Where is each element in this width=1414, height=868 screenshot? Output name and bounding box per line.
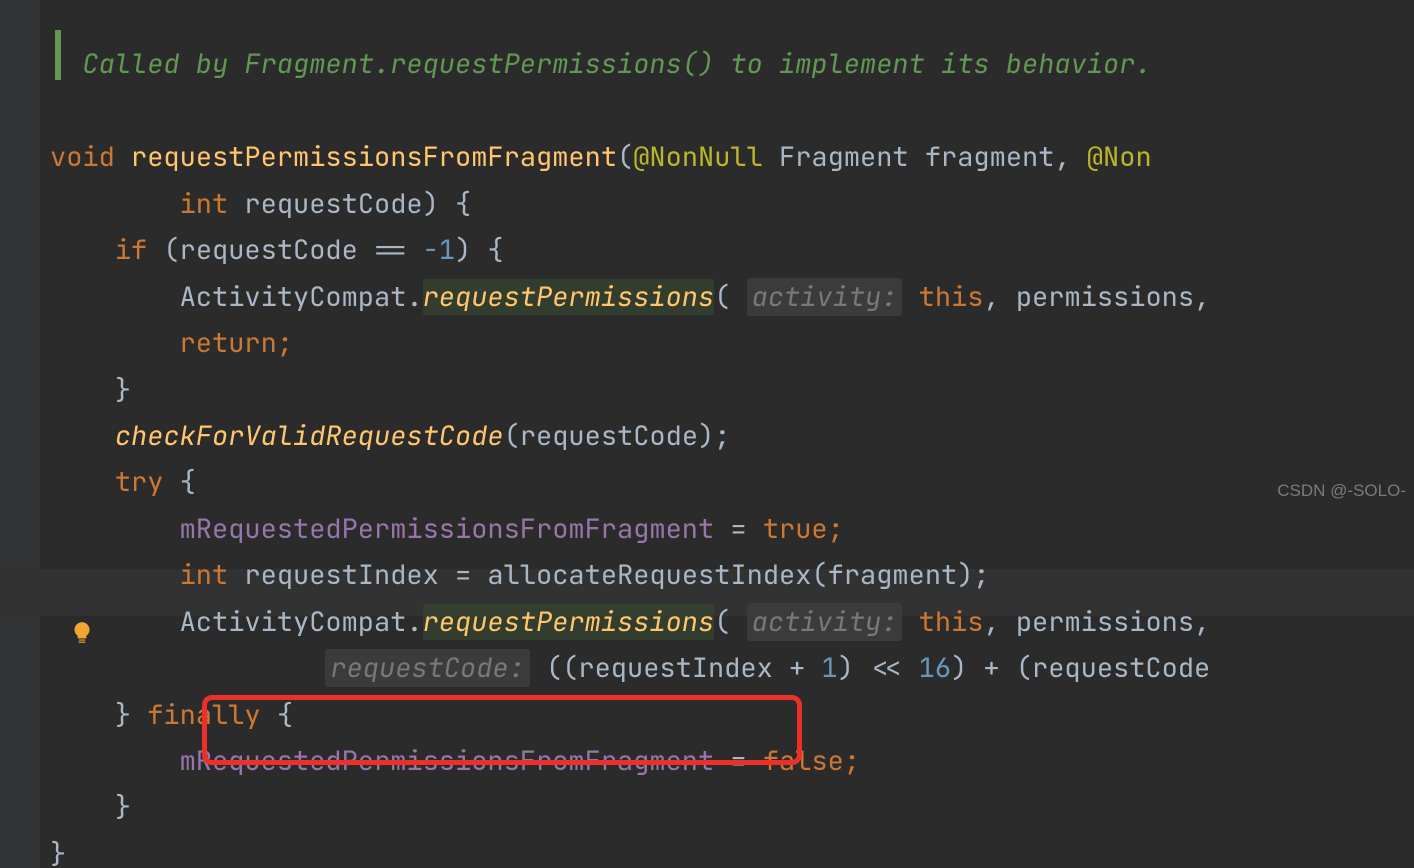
javadoc-line: Called by Fragment.requestPermissions() … <box>82 46 1151 82</box>
brace-open: { <box>163 464 195 500</box>
args-permissions-2: , permissions, <box>983 604 1210 640</box>
watermark: CSDN @-SOLO- <box>1277 476 1406 505</box>
brace-close: } <box>50 836 66 868</box>
brace-open: { <box>261 697 293 733</box>
gutter <box>0 0 40 868</box>
local-requestIndex: requestIndex = <box>228 557 487 593</box>
class-ref: ActivityCompat. <box>180 279 423 315</box>
assign-eq: = <box>714 511 763 547</box>
keyword-this-2: this <box>919 604 984 640</box>
condition-close: ) { <box>455 232 504 268</box>
keyword-int: int <box>180 557 229 593</box>
call-requestPermissions-2: requestPermissions <box>423 604 715 640</box>
brace-close: } <box>115 789 131 825</box>
args-requestcode: (requestCode); <box>504 418 731 454</box>
field-mRequested: mRequestedPermissionsFromFragment <box>180 511 715 547</box>
keyword-finally: finally <box>147 697 260 733</box>
expr-1: ((requestIndex + <box>530 650 822 686</box>
literal-1: 1 <box>821 650 837 686</box>
param-hint-activity-2: activity: <box>747 603 903 641</box>
literal-neg1: -1 <box>423 232 455 268</box>
semicolon: ; <box>277 325 293 361</box>
class-ref: ActivityCompat. <box>180 604 423 640</box>
param-requestcode: requestCode) { <box>228 186 471 222</box>
args-fragment: (fragment); <box>811 557 989 593</box>
param-type: Fragment <box>763 139 925 175</box>
expr-shift: ) << <box>838 650 919 686</box>
keyword-try: try <box>115 464 164 500</box>
semicolon: ; <box>844 743 860 779</box>
call-allocate: allocateRequestIndex <box>487 557 811 593</box>
param-name: fragment <box>925 139 1055 175</box>
lightbulb-icon[interactable] <box>4 568 34 598</box>
keyword-return: return <box>180 325 277 361</box>
args-permissions: , permissions, <box>983 279 1210 315</box>
keyword-this: this <box>919 279 984 315</box>
literal-16: 16 <box>919 650 951 686</box>
brace-close: } <box>115 372 131 408</box>
literal-true: true <box>763 511 828 547</box>
condition: (requestCode == <box>147 232 422 268</box>
semicolon: ; <box>828 511 844 547</box>
expr-2: ) + (requestCode <box>951 650 1210 686</box>
code-editor[interactable]: Called by Fragment.requestPermissions() … <box>0 0 1414 511</box>
brace-close: } <box>115 697 147 733</box>
annotation-nonnull-2: @Non <box>1087 139 1152 175</box>
param-hint-requestcode: requestCode: <box>325 649 529 687</box>
keyword-if: if <box>115 232 147 268</box>
call-checkvalid: checkForValidRequestCode <box>115 418 504 454</box>
field-mRequested-2: mRequestedPermissionsFromFragment <box>180 743 715 779</box>
keyword-void: void <box>50 139 115 175</box>
code-block[interactable]: Called by Fragment.requestPermissions() … <box>50 0 1210 868</box>
annotation-nonnull: @NonNull <box>633 139 763 175</box>
call-requestPermissions: requestPermissions <box>423 279 715 315</box>
literal-false: false <box>763 743 844 779</box>
method-name: requestPermissionsFromFragment <box>131 139 617 175</box>
keyword-int: int <box>180 186 229 222</box>
assign-eq: = <box>714 743 763 779</box>
param-hint-activity: activity: <box>747 278 903 316</box>
